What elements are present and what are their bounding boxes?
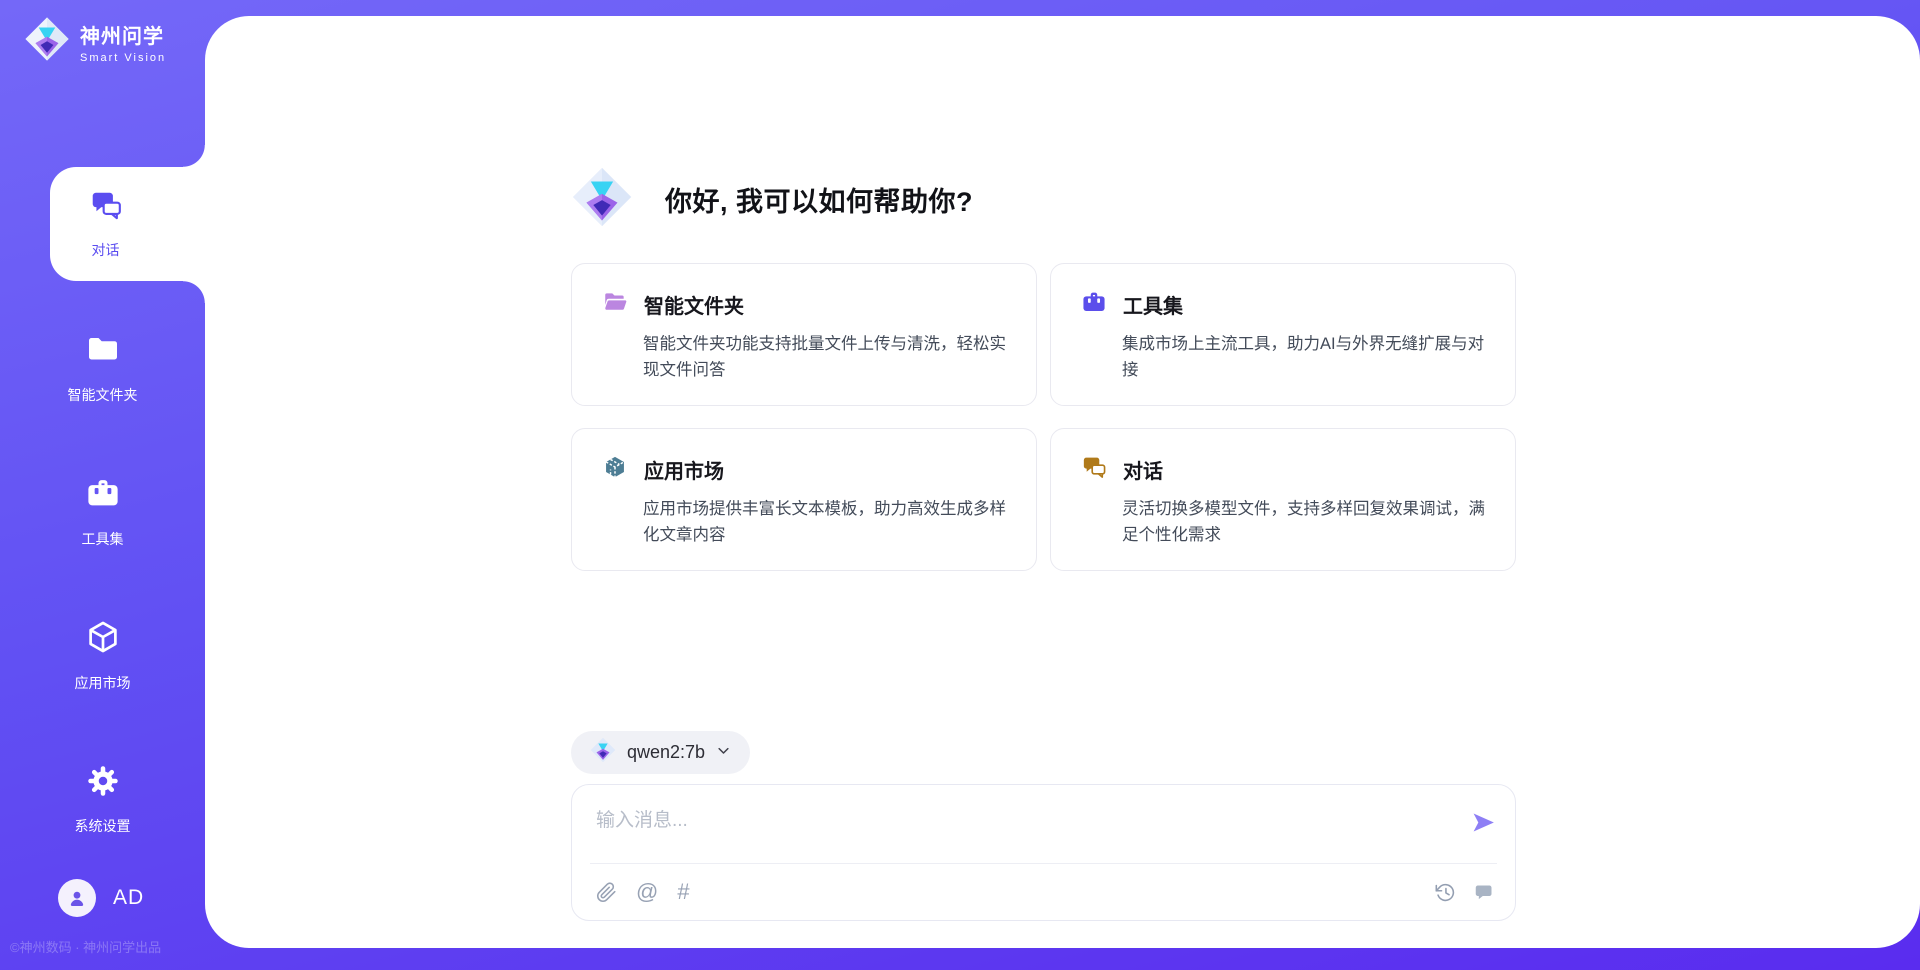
sidebar: 神州问学 Smart Vision 对话 — [0, 0, 205, 970]
card-desc: 智能文件夹功能支持批量文件上传与清洗，轻松实现文件问答 — [643, 332, 1012, 383]
card-smart-folder[interactable]: 智能文件夹 智能文件夹功能支持批量文件上传与清洗，轻松实现文件问答 — [571, 263, 1037, 406]
hashtag-icon[interactable]: # — [677, 881, 689, 903]
brand-diamond-icon — [571, 166, 633, 233]
mention-icon[interactable]: @ — [636, 881, 658, 903]
main-panel: 你好, 我可以如何帮助你? 智能文件夹 智能文件夹功能支持批量文件上传与清洗，轻… — [205, 16, 1920, 948]
cube-grid-icon — [602, 454, 628, 485]
brand-diamond-icon — [590, 737, 616, 768]
card-app-market[interactable]: 应用市场 应用市场提供丰富长文本模板，助力高效生成多样化文章内容 — [571, 428, 1037, 571]
sidebar-item-label: 智能文件夹 — [68, 385, 138, 405]
chat-icon — [89, 188, 123, 227]
brand-title: 神州问学 — [80, 20, 166, 49]
history-icon[interactable] — [1435, 882, 1456, 903]
user-icon — [65, 886, 89, 910]
model-selector[interactable]: qwen2:7b — [571, 731, 750, 774]
card-chat[interactable]: 对话 灵活切换多模型文件，支持多样回复效果调试，满足个性化需求 — [1050, 428, 1516, 571]
card-title: 工具集 — [1123, 290, 1183, 319]
sidebar-item-label: 工具集 — [82, 529, 124, 549]
toolbox-icon — [85, 475, 121, 516]
sidebar-item-chat[interactable]: 对话 — [50, 167, 205, 281]
card-title: 对话 — [1123, 455, 1163, 484]
avatar[interactable] — [58, 879, 96, 917]
chat-bubble-icon[interactable] — [1474, 882, 1495, 903]
sidebar-item-smart-folder[interactable]: 智能文件夹 — [0, 311, 205, 425]
send-icon[interactable] — [1470, 809, 1497, 841]
card-desc: 应用市场提供丰富长文本模板，助力高效生成多样化文章内容 — [643, 497, 1012, 548]
sidebar-nav: 对话 智能文件夹 — [0, 167, 205, 857]
brand-subtitle: Smart Vision — [80, 52, 166, 64]
sidebar-footer: ©神州数码 · 神州问学出品 — [0, 917, 205, 970]
chevron-down-icon — [716, 743, 731, 763]
toolbox-icon — [1081, 289, 1107, 320]
folder-open-icon — [602, 289, 628, 320]
attachment-icon[interactable] — [596, 882, 617, 903]
card-toolbox[interactable]: 工具集 集成市场上主流工具，助力AI与外界无缝扩展与对接 — [1050, 263, 1516, 406]
chat-icon — [1081, 454, 1107, 485]
card-title: 智能文件夹 — [644, 290, 744, 319]
message-inputbox: @ # — [571, 784, 1516, 921]
sidebar-item-app-market[interactable]: 应用市场 — [0, 599, 205, 713]
feature-cards: 智能文件夹 智能文件夹功能支持批量文件上传与清洗，轻松实现文件问答 — [571, 263, 1516, 571]
message-input[interactable] — [572, 785, 1515, 863]
greeting-title: 你好, 我可以如何帮助你? — [665, 180, 973, 219]
model-name: qwen2:7b — [627, 742, 705, 763]
user-name: AD — [113, 886, 144, 910]
greeting: 你好, 我可以如何帮助你? — [571, 166, 1516, 233]
sidebar-item-settings[interactable]: 系统设置 — [0, 743, 205, 857]
card-desc: 集成市场上主流工具，助力AI与外界无缝扩展与对接 — [1122, 332, 1491, 383]
gear-icon — [86, 764, 120, 803]
card-desc: 灵活切换多模型文件，支持多样回复效果调试，满足个性化需求 — [1122, 497, 1491, 548]
sidebar-item-label: 系统设置 — [75, 816, 131, 836]
sidebar-item-toolbox[interactable]: 工具集 — [0, 455, 205, 569]
brand: 神州问学 Smart Vision — [0, 0, 205, 67]
user-row[interactable]: AD — [0, 879, 205, 917]
sidebar-item-label: 应用市场 — [75, 673, 131, 693]
composer: qwen2:7b @ # — [571, 731, 1516, 921]
cube-icon — [85, 619, 121, 660]
brand-diamond-icon — [24, 16, 70, 67]
card-title: 应用市场 — [644, 455, 724, 484]
sidebar-item-label: 对话 — [92, 240, 120, 260]
folder-icon — [85, 331, 121, 372]
